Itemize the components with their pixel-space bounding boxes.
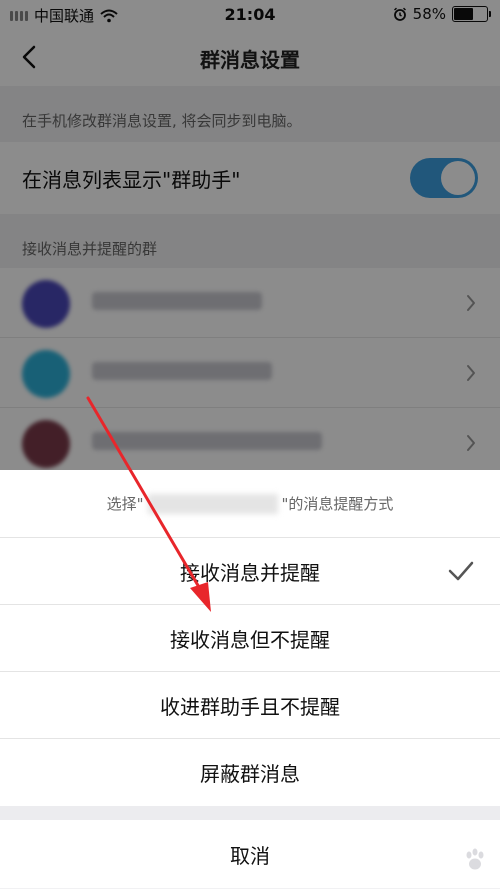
cancel-label: 取消 xyxy=(230,843,270,868)
notification-mode-sheet: 选择" "的消息提醒方式 接收消息并提醒 接收消息但不提醒 收进群助手且不提醒 … xyxy=(0,470,500,889)
watermark-logo xyxy=(462,847,488,873)
sheet-header: 选择" "的消息提醒方式 xyxy=(0,470,500,538)
option-move-to-assistant[interactable]: 收进群助手且不提醒 xyxy=(0,672,500,739)
paw-icon xyxy=(466,848,484,870)
checkmark-icon xyxy=(448,561,474,581)
sheet-header-suffix: "的消息提醒方式 xyxy=(281,495,394,513)
option-block-messages[interactable]: 屏蔽群消息 xyxy=(0,739,500,806)
sheet-header-prefix: 选择" xyxy=(106,495,144,513)
option-receive-and-notify[interactable]: 接收消息并提醒 xyxy=(0,538,500,605)
cancel-button[interactable]: 取消 xyxy=(0,820,500,888)
cancel-separator xyxy=(0,806,500,820)
option-receive-no-notify[interactable]: 接收消息但不提醒 xyxy=(0,605,500,672)
option-label: 收进群助手且不提醒 xyxy=(160,694,340,719)
option-label: 接收消息并提醒 xyxy=(180,560,320,585)
option-label: 接收消息但不提醒 xyxy=(170,627,330,652)
redacted-group-name xyxy=(147,493,278,514)
option-label: 屏蔽群消息 xyxy=(200,762,300,786)
